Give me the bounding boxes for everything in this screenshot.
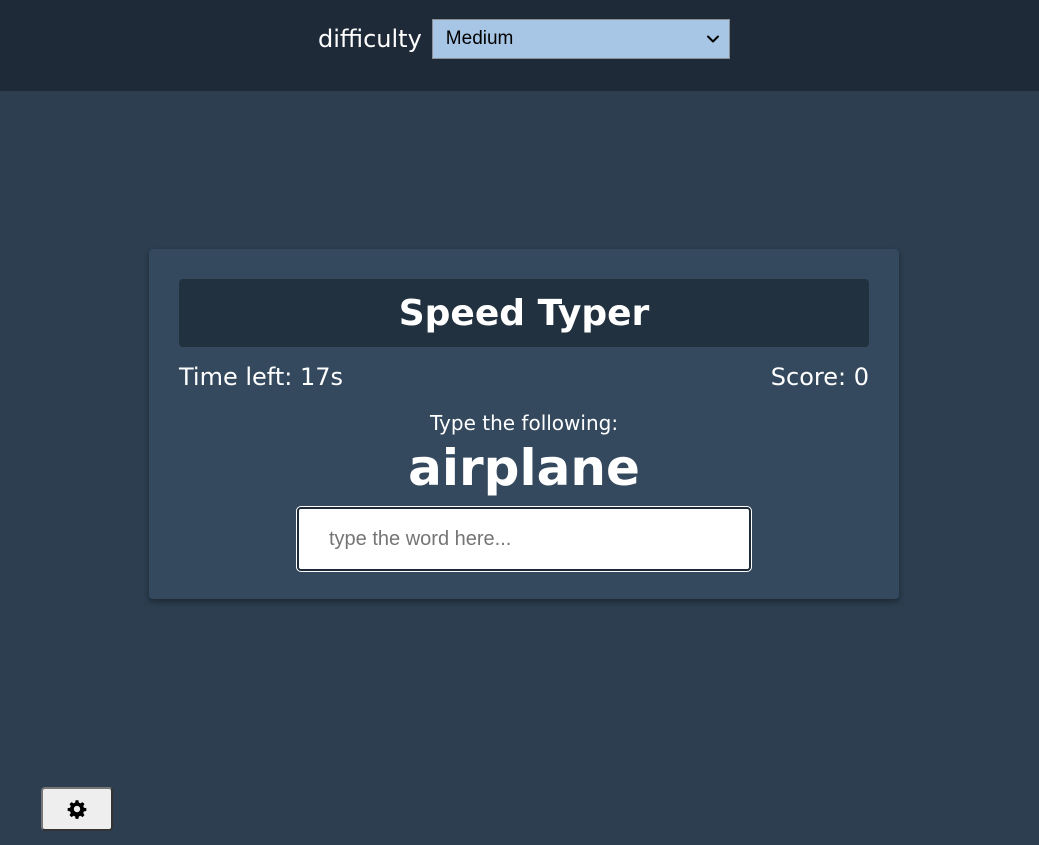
difficulty-label: difficulty bbox=[318, 25, 422, 53]
settings-button[interactable] bbox=[41, 787, 113, 831]
settings-form: difficulty Medium bbox=[318, 18, 730, 60]
word-input[interactable] bbox=[296, 506, 752, 572]
difficulty-selected-value: Medium bbox=[445, 28, 514, 49]
game-card: Speed Typer Time left: 17s Score: 0 Type… bbox=[149, 249, 899, 599]
score: Score: 0 bbox=[770, 363, 869, 391]
type-prompt: Type the following: bbox=[429, 411, 619, 435]
time-left: Time left: 17s bbox=[179, 363, 343, 391]
difficulty-select[interactable]: Medium bbox=[431, 19, 730, 59]
title-box: Speed Typer bbox=[179, 279, 869, 347]
chevron-down-icon bbox=[706, 35, 719, 43]
settings-bar: difficulty Medium bbox=[0, 0, 1039, 91]
gear-icon bbox=[67, 800, 87, 819]
game-title: Speed Typer bbox=[398, 292, 650, 334]
target-word: airplane bbox=[408, 439, 640, 497]
